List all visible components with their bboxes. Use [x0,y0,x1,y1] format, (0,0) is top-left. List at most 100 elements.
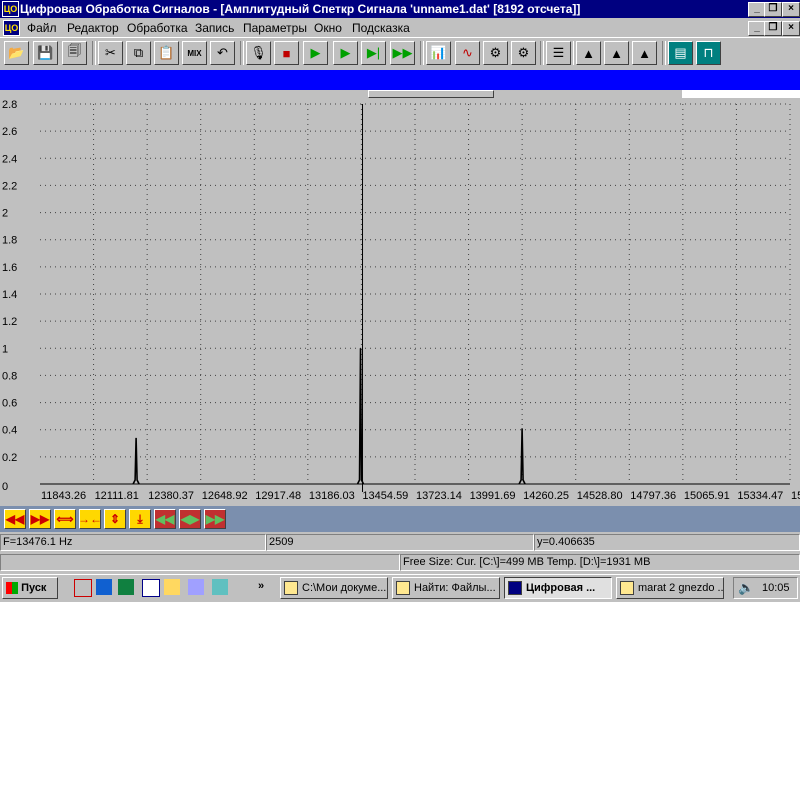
x-tick-label: 13991.69 [470,490,516,502]
paste-icon[interactable]: 📋 [154,41,179,65]
spectrum-view-2-icon[interactable]: ▲ [604,41,629,65]
task-button[interactable]: C:\Мои докуме... [280,577,388,599]
task-button[interactable]: Цифровая ... [504,577,612,599]
y-tick-label: 0 [2,481,8,493]
zoom-in-x-icon[interactable]: ⟺ [54,509,76,529]
quicklaunch-calculator-icon[interactable] [212,579,228,595]
step-right-icon[interactable]: ▶▶ [204,509,226,529]
y-tick-label: 2.8 [2,99,17,111]
mix-icon[interactable]: MIX [182,41,207,65]
x-tick-label: 13723.14 [416,490,462,502]
filter-icon[interactable]: ⚙ [483,41,508,65]
quicklaunch-wordpad-icon[interactable] [142,579,160,597]
toolbar-separator [540,41,544,65]
app-icon [508,581,522,596]
play-loop-icon[interactable]: ▶▶ [390,41,415,65]
quicklaunch-chevron[interactable]: » [258,580,264,592]
menu-editor[interactable]: Редактор [67,21,119,35]
y-tick-label: 2.6 [2,126,17,138]
x-tick-label: 14797.36 [630,490,676,502]
x-axis-ticks: 11843.26 12111.81 12380.37 12648.92 12917.48… [41,490,800,502]
task-button[interactable]: marat 2 gnezdo ... [616,577,724,599]
menu-record[interactable]: Запись [195,21,234,35]
quicklaunch-folder-icon[interactable] [164,579,180,595]
mdi-close-button[interactable]: × [782,21,800,36]
menu-help[interactable]: Подсказка [352,21,410,35]
stop-icon[interactable]: ■ [274,41,299,65]
spectrum-chart[interactable]: 00.20.40.60.811.21.41.61.822.22.42.62.8 … [0,98,800,506]
menu-file[interactable]: Файл [27,21,57,35]
y-tick-label: 0.6 [2,398,17,410]
quicklaunch-tool-icon[interactable] [74,579,92,597]
undo-icon[interactable]: ↶ [210,41,235,65]
title-bar[interactable]: ЦО Цифровая Обработка Сигналов - [Амплит… [0,0,800,18]
start-button[interactable]: Пуск [2,577,58,599]
app-icon[interactable]: ЦО [2,1,19,17]
zoom-out-x-icon[interactable]: →← [78,509,102,529]
zoom-in-y-icon[interactable]: ⇕ [104,509,126,529]
scroll-left-icon[interactable]: ◀◀ [4,509,26,529]
microphone-icon[interactable]: 🎙 [246,41,271,65]
spectrum-view-3-icon[interactable]: ▲ [632,41,657,65]
oscillator-icon[interactable]: ∿ [455,41,480,65]
menu-parameters[interactable]: Параметры [243,21,307,35]
y-tick-label: 0.2 [2,452,17,464]
spectrum-series [40,348,790,485]
save-icon[interactable]: 💾 [33,41,58,65]
x-tick-label: 14528.80 [577,490,623,502]
spectrum-icon[interactable]: 📊 [426,41,451,65]
play-icon[interactable]: ▶ [303,41,328,65]
play-selection-icon[interactable]: ▶ [333,41,358,65]
status-frequency: F=13476.1 Hz [0,534,266,551]
task-button[interactable]: Найти: Файлы... [392,577,500,599]
y-tick-label: 1 [2,343,8,355]
y-tick-label: 1.8 [2,235,17,247]
equalizer-icon[interactable]: ☰ [546,41,571,65]
close-button[interactable]: × [782,2,800,17]
quicklaunch-excel-icon[interactable] [118,579,134,595]
search-icon [396,581,410,596]
play-to-end-icon[interactable]: ▶| [361,41,386,65]
x-tick-label: 13454.59 [362,490,408,502]
x-tick-label: 14260.25 [523,490,569,502]
cut-icon[interactable]: ✂ [98,41,123,65]
start-label: Пуск [21,582,47,594]
document-icon[interactable]: ЦО [3,20,20,36]
copy-icon[interactable]: ⧉ [126,41,151,65]
menu-window[interactable]: Окно [314,21,342,35]
toolbar-separator [92,41,96,65]
toolbar: 📂 💾 🗐 ✂ ⧉ 📋 MIX ↶ 🎙 ■ ▶ ▶ ▶| ▶▶ 📊 ∿ ⚙ ⚙ ☰ ▲ ▲ ▲ ▤ ⊓ [0,37,800,70]
scroll-right-icon[interactable]: ▶▶ [29,509,51,529]
paint-icon [620,581,634,596]
windows-logo-icon [6,582,18,595]
x-tick-label: 15334.47 [737,490,783,502]
y-axis-ticks: 0 0.2 0.4 0.6 0.8 1 1.2 1.4 1.6 1.8 2 2.2 2.4 2.6 2.8 [2,99,17,493]
view-splitter [0,90,682,98]
quicklaunch-word-icon[interactable] [96,579,112,595]
quicklaunch-paint-icon[interactable] [188,579,204,595]
save-all-icon[interactable]: 🗐 [62,41,87,65]
y-tick-label: 1.6 [2,262,17,274]
waveform-icon[interactable]: ⊓ [696,41,721,65]
step-left-icon[interactable]: ◀◀ [154,509,176,529]
menu-processing[interactable]: Обработка [127,21,188,35]
channels-icon[interactable]: ▤ [668,41,693,65]
clock[interactable]: 10:05 [762,582,790,594]
task-label: C:\Мои докуме... [302,582,387,594]
open-icon[interactable]: 📂 [4,41,29,65]
spectrum-view-1-icon[interactable]: ▲ [576,41,601,65]
step-both-icon[interactable]: ◀▶ [179,509,201,529]
status-sample-index: 2509 [266,534,534,551]
x-tick-label: 12917.48 [255,490,301,502]
task-label: Найти: Файлы... [414,582,496,594]
filter-settings-icon[interactable]: ⚙ [511,41,536,65]
y-tick-label: 0.4 [2,425,17,437]
mdi-restore-button[interactable]: ❐ [764,21,782,36]
x-tick-label: 15065.91 [684,490,730,502]
zoom-out-y-icon[interactable]: ⤓ [129,509,151,529]
y-tick-label: 2.2 [2,180,17,192]
spectrum-peak [132,437,140,485]
splitter-handle[interactable] [368,90,494,98]
speaker-icon[interactable]: 🔈 [738,580,754,596]
restore-button[interactable]: ❐ [764,2,782,17]
